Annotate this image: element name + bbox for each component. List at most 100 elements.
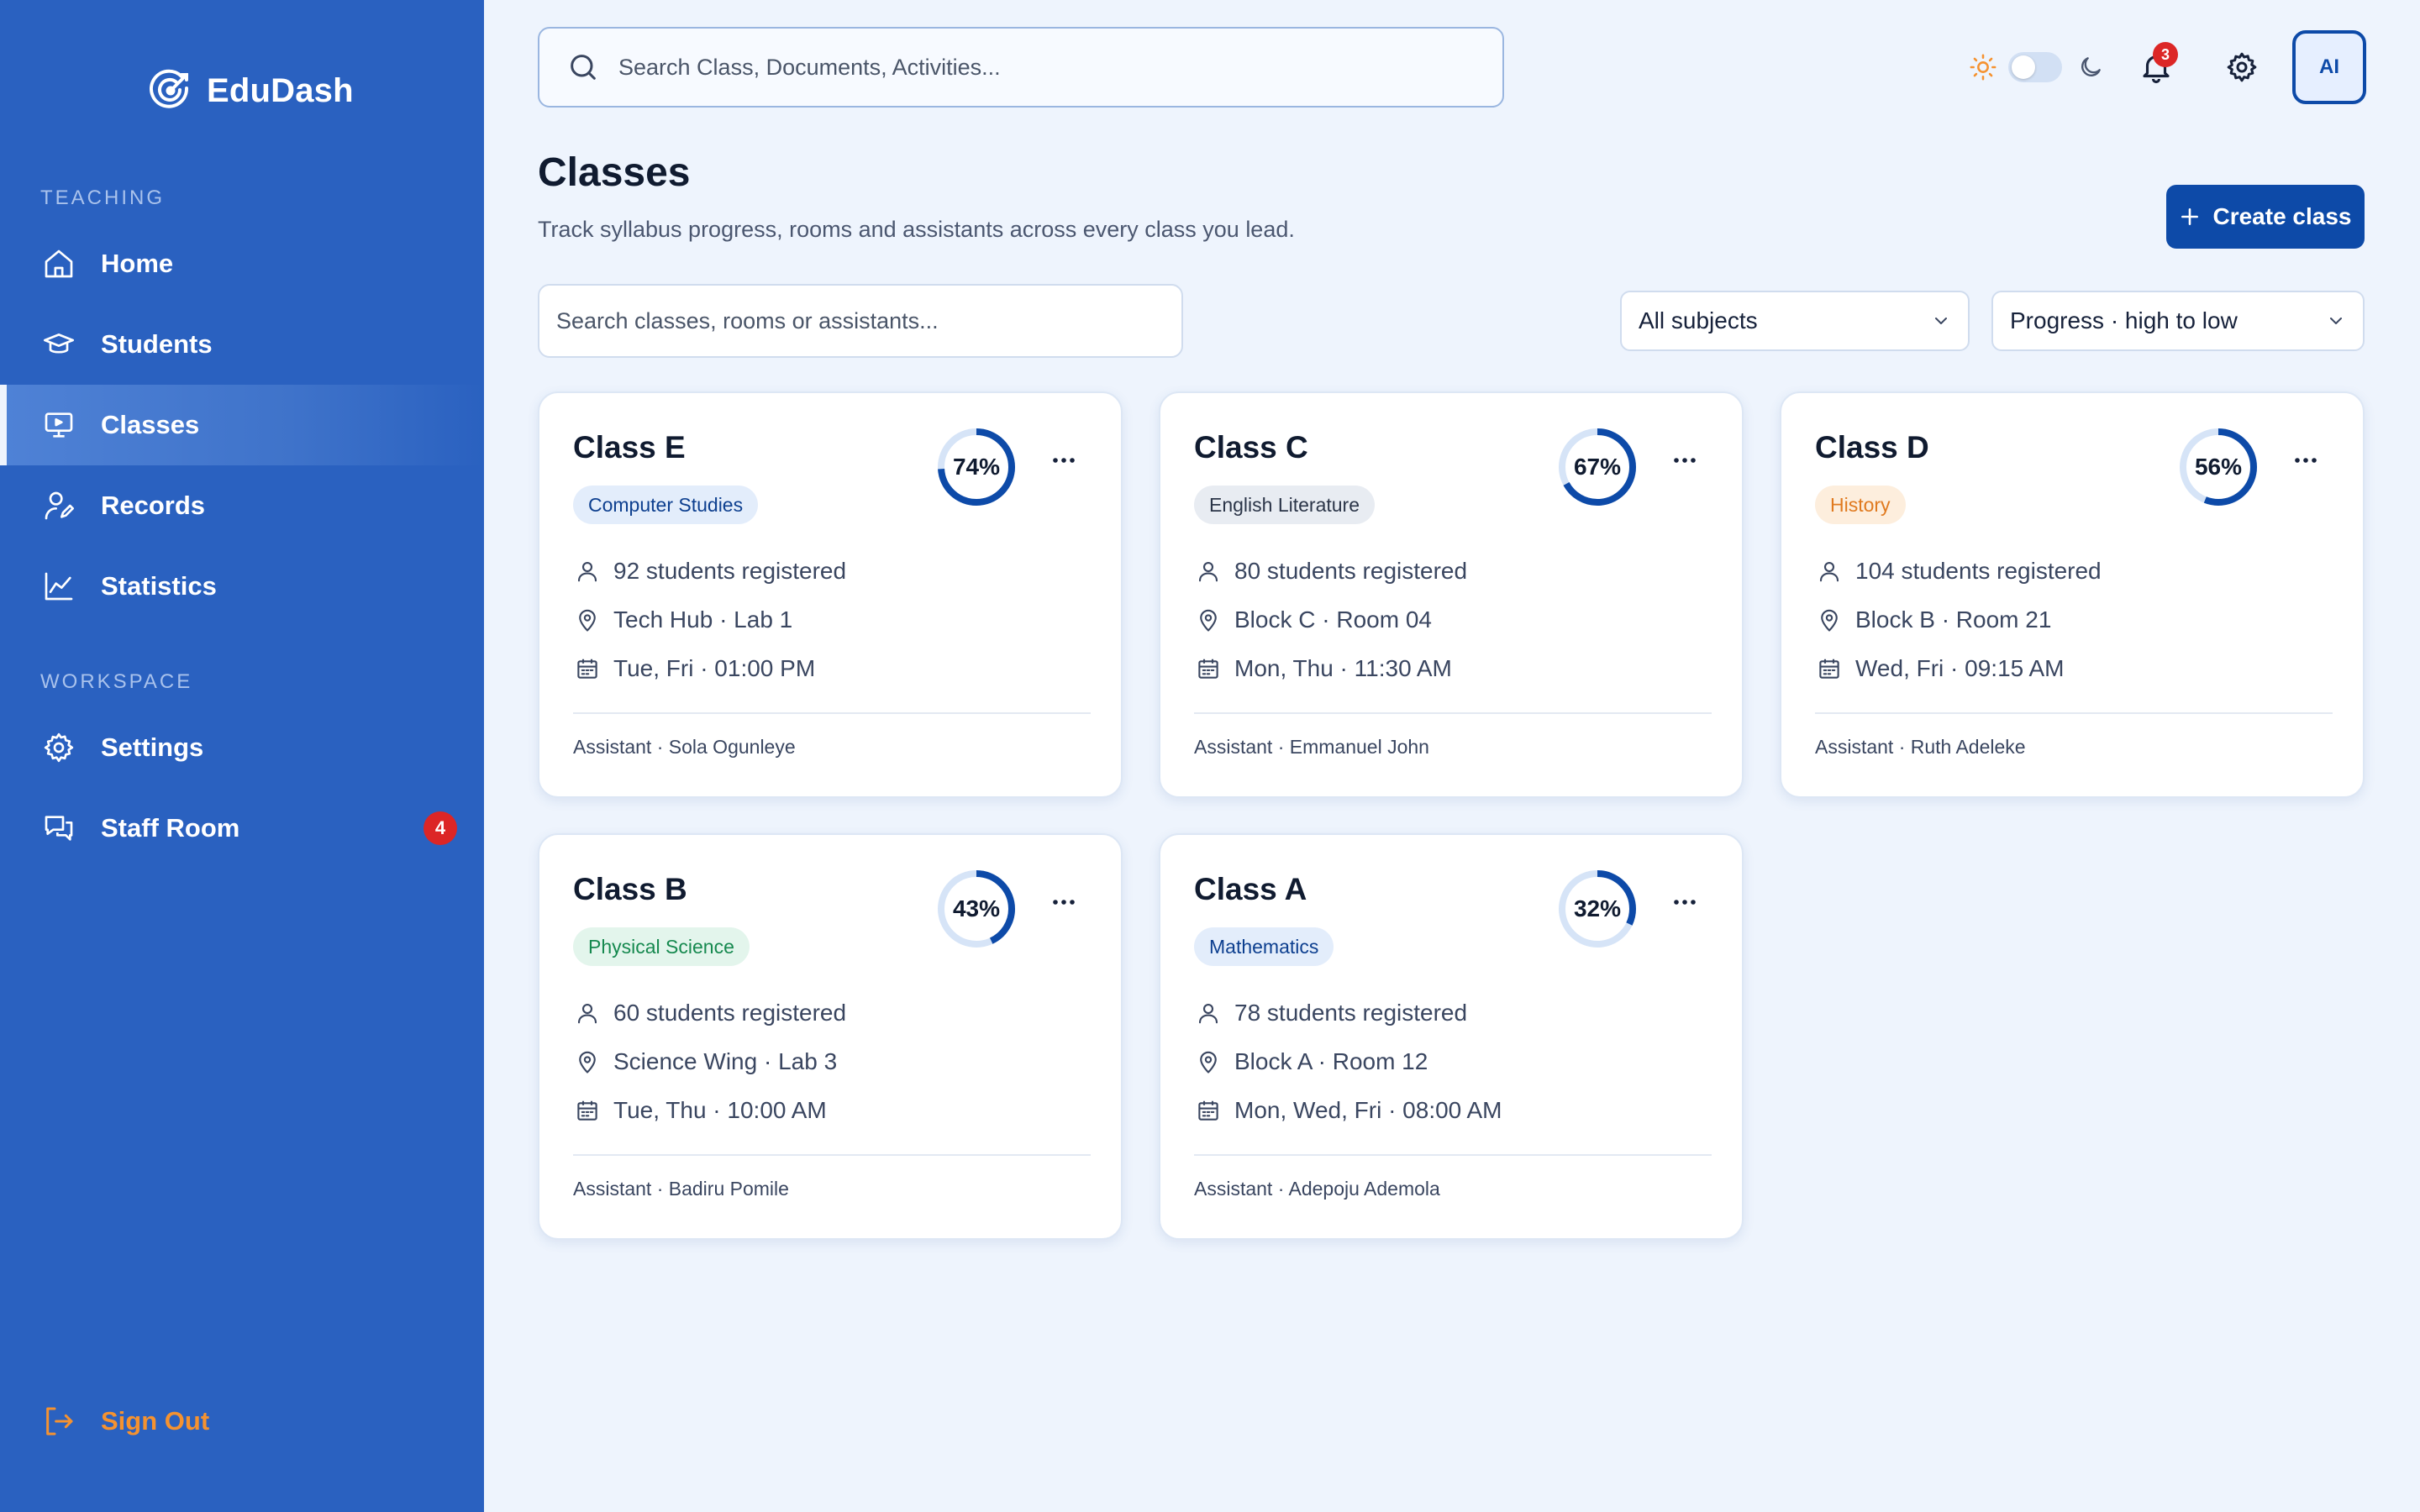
class-title: Class B [573, 872, 687, 906]
chat-icon [40, 810, 77, 847]
sign-out-button[interactable]: Sign Out [40, 1401, 209, 1441]
map-pin-icon [1815, 606, 1844, 634]
chevron-down-icon [1931, 311, 1951, 331]
toggle-knob [2012, 55, 2035, 79]
logout-icon [40, 1403, 77, 1440]
class-filter-search[interactable] [538, 284, 1183, 358]
sidebar-item-label: Settings [101, 732, 204, 762]
schedule-row: Tue, Thu · 10:00 AM [573, 1094, 827, 1127]
global-search[interactable] [538, 27, 1504, 108]
sidebar-item-students[interactable]: Students [0, 304, 484, 385]
assistant-text: Assistant · Sola Ogunleye [573, 736, 796, 758]
user-icon [573, 999, 602, 1027]
divider [573, 712, 1091, 714]
notification-badge: 3 [2153, 42, 2178, 67]
theme-toggle[interactable] [2008, 52, 2062, 82]
avatar[interactable]: AI [2292, 30, 2366, 104]
subject-select-value: All subjects [1639, 307, 1758, 333]
subject-badge: English Literature [1194, 486, 1375, 524]
students-row: 104 students registered [1815, 554, 2102, 588]
more-options-icon[interactable] [1668, 444, 1702, 477]
sidebar-item-label: Records [101, 491, 206, 520]
sign-out-label: Sign Out [101, 1406, 210, 1436]
class-title: Class C [1194, 430, 1308, 465]
students-row: 92 students registered [573, 554, 846, 588]
user-edit-icon [40, 487, 77, 524]
user-icon [1194, 557, 1223, 585]
line-chart-icon [40, 568, 77, 605]
progress-label: 43% [952, 895, 1001, 921]
app-name: EduDash [207, 71, 354, 109]
sort-select-value: Progress · high to low [2010, 307, 2238, 333]
location-text: Block A · Room 12 [1234, 1048, 1428, 1074]
students-count: 104 students registered [1855, 558, 2102, 584]
location-row: Tech Hub · Lab 1 [573, 603, 792, 637]
schedule-text: Wed, Fri · 09:15 AM [1855, 655, 2065, 681]
sidebar-item-label: Students [101, 329, 213, 359]
sidebar-item-settings[interactable]: Settings [0, 707, 484, 788]
schedule-text: Mon, Thu · 11:30 AM [1234, 655, 1452, 681]
global-search-input[interactable] [618, 54, 1442, 81]
class-title: Class A [1194, 872, 1307, 906]
create-class-label: Create class [2212, 203, 2352, 229]
schedule-text: Tue, Thu · 10:00 AM [613, 1097, 827, 1123]
more-options-icon[interactable] [1047, 444, 1081, 477]
progress-label: 74% [952, 454, 1001, 480]
schedule-text: Tue, Fri · 01:00 PM [613, 655, 816, 681]
sidebar-item-records[interactable]: Records [0, 465, 484, 546]
user-icon [1194, 999, 1223, 1027]
class-card[interactable]: Class E Computer Studies 74% 92 students… [538, 391, 1123, 798]
search-icon [566, 50, 600, 84]
schedule-row: Mon, Thu · 11:30 AM [1194, 652, 1452, 685]
sort-select[interactable]: Progress · high to low [1991, 291, 2365, 351]
sidebar-item-statistics[interactable]: Statistics [0, 546, 484, 627]
schedule-row: Wed, Fri · 09:15 AM [1815, 652, 2064, 685]
assistant-text: Assistant · Ruth Adeleke [1815, 736, 2026, 758]
section-label-teaching: TEACHING [40, 186, 166, 209]
class-title: Class D [1815, 430, 1929, 465]
calendar-icon [1815, 654, 1844, 683]
subject-badge: Mathematics [1194, 927, 1334, 966]
settings-gear-icon[interactable] [2222, 47, 2262, 87]
class-card[interactable]: Class A Mathematics 32% 78 students regi… [1159, 833, 1744, 1240]
schedule-row: Tue, Fri · 01:00 PM [573, 652, 815, 685]
students-count: 78 students registered [1234, 1000, 1468, 1026]
location-row: Block B · Room 21 [1815, 603, 2051, 637]
staff-room-badge: 4 [424, 811, 457, 845]
class-card[interactable]: Class D History 56% 104 students registe… [1780, 391, 2365, 798]
more-options-icon[interactable] [2289, 444, 2323, 477]
assistant-text: Assistant · Emmanuel John [1194, 736, 1429, 758]
location-row: Science Wing · Lab 3 [573, 1045, 837, 1079]
create-class-button[interactable]: Create class [2166, 185, 2365, 249]
class-card[interactable]: Class B Physical Science 43% 60 students… [538, 833, 1123, 1240]
location-text: Block C · Room 04 [1234, 606, 1432, 633]
sidebar-item-home[interactable]: Home [0, 223, 484, 304]
sidebar-item-staff-room[interactable]: Staff Room 4 [0, 788, 484, 869]
sidebar-item-label: Statistics [101, 571, 217, 601]
graduation-cap-icon [40, 326, 77, 363]
sidebar: EduDash TEACHING Home Students Classes R… [0, 0, 484, 1512]
section-label-workspace: WORKSPACE [40, 670, 193, 693]
subject-select[interactable]: All subjects [1620, 291, 1970, 351]
progress-ring: 56% [2176, 425, 2260, 509]
assistant-text: Assistant · Adepoju Ademola [1194, 1178, 1440, 1200]
map-pin-icon [573, 1047, 602, 1076]
chevron-down-icon [2326, 311, 2346, 331]
students-row: 80 students registered [1194, 554, 1467, 588]
schedule-row: Mon, Wed, Fri · 08:00 AM [1194, 1094, 1502, 1127]
more-options-icon[interactable] [1047, 885, 1081, 919]
subject-badge: Physical Science [573, 927, 750, 966]
plus-icon [2179, 206, 2201, 228]
subject-badge: Computer Studies [573, 486, 759, 524]
map-pin-icon [573, 606, 602, 634]
subject-badge: History [1815, 486, 1906, 524]
sidebar-item-classes[interactable]: Classes [0, 385, 484, 465]
more-options-icon[interactable] [1668, 885, 1702, 919]
brand[interactable]: EduDash [148, 64, 354, 118]
class-card[interactable]: Class C English Literature 67% 80 studen… [1159, 391, 1744, 798]
location-text: Tech Hub · Lab 1 [613, 606, 793, 633]
location-row: Block C · Room 04 [1194, 603, 1432, 637]
location-text: Science Wing · Lab 3 [613, 1048, 838, 1074]
students-count: 92 students registered [613, 558, 847, 584]
class-filter-input[interactable] [556, 307, 1161, 334]
